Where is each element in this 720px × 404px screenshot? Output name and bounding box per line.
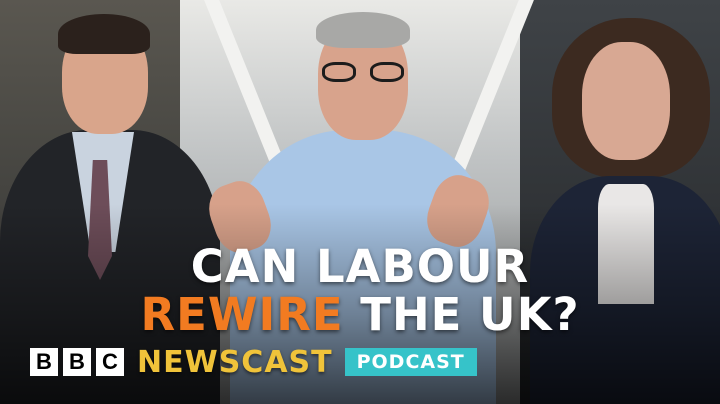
headline-rest: THE UK? [343, 288, 580, 341]
glasses-icon [322, 62, 404, 84]
bbc-logo: B B C [30, 348, 124, 376]
headline-line-1: CAN LABOUR [190, 240, 530, 293]
bbc-logo-block: C [96, 348, 124, 376]
bbc-logo-block: B [30, 348, 58, 376]
podcast-badge: PODCAST [344, 348, 477, 376]
headline-line-2: REWIRE THE UK? [0, 292, 720, 337]
show-name: NEWSCAST [137, 344, 333, 380]
podcast-thumbnail[interactable]: CAN LABOUR REWIRE THE UK? B B C NEWSCAST… [0, 0, 720, 404]
headline-highlight: REWIRE [140, 288, 344, 341]
branding-row: B B C NEWSCAST PODCAST [30, 344, 477, 380]
bbc-logo-block: B [63, 348, 91, 376]
